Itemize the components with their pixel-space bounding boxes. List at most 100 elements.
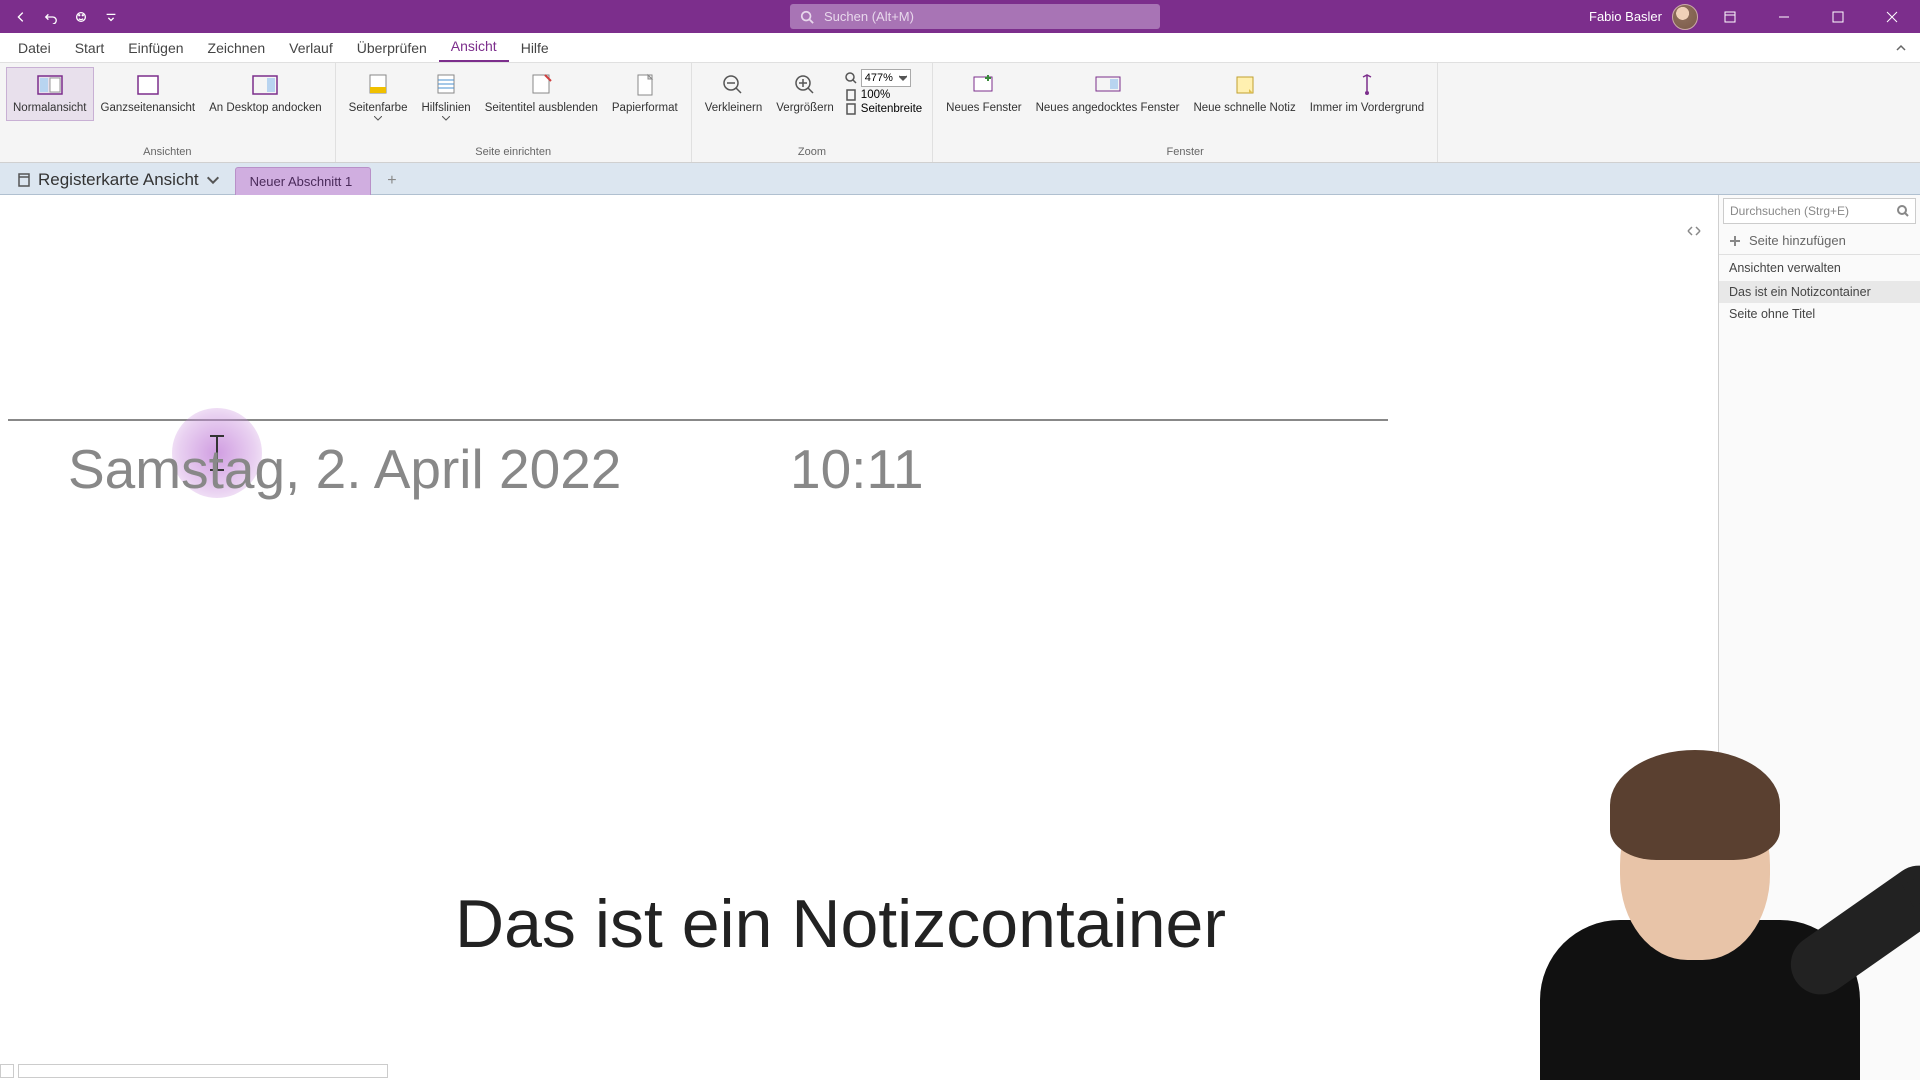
user-avatar[interactable] [1672, 4, 1698, 30]
zoom-out-label: Verkleinern [705, 102, 763, 116]
zoom-in-label: Vergrößern [776, 102, 834, 116]
notebook-label: Registerkarte Ansicht [38, 170, 199, 190]
new-docked-window-button[interactable]: Neues angedocktes Fenster [1029, 67, 1187, 121]
dock-view-button[interactable]: An Desktop andocken [202, 67, 329, 121]
zoom-lens-icon [845, 72, 857, 84]
quick-note-icon [1229, 72, 1261, 98]
undo-button[interactable] [40, 6, 62, 28]
paper-size-label: Papierformat [612, 102, 678, 116]
status-bar [0, 1064, 400, 1080]
ribbon-tab-datei[interactable]: Datei [6, 34, 63, 62]
page-item[interactable]: Das ist ein Notizcontainer [1719, 281, 1920, 303]
zoom-100-label: 100% [861, 89, 890, 101]
zoom-out-icon [717, 72, 749, 98]
page-date[interactable]: Samstag, 2. April 2022 [68, 437, 621, 501]
ribbon-tab-einfuegen[interactable]: Einfügen [116, 34, 195, 62]
notebook-dropdown[interactable]: Registerkarte Ansicht [8, 166, 229, 194]
zoom-value-row[interactable]: 477% [845, 69, 922, 87]
back-button[interactable] [10, 6, 32, 28]
main-area: Samstag, 2. April 2022 10:11 Das ist ein… [0, 195, 1920, 1080]
search-icon [800, 10, 814, 24]
ribbon-group-zoom: Verkleinern Vergrößern 477% 100% [692, 63, 933, 162]
ribbon-tab-hilfe[interactable]: Hilfe [509, 34, 561, 62]
ribbon: Normalansicht Ganzseitenansicht An Deskt… [0, 63, 1920, 163]
ribbon-group-ansichten: Normalansicht Ganzseitenansicht An Deskt… [0, 63, 336, 162]
chevron-down-icon [899, 74, 907, 82]
page-item[interactable]: Seite ohne Titel [1719, 303, 1920, 325]
hide-title-button[interactable]: Seitentitel ausblenden [478, 67, 605, 121]
rule-lines-label: Hilfslinien [421, 102, 470, 116]
always-on-top-label: Immer im Vordergrund [1310, 102, 1424, 116]
chevron-down-icon [205, 172, 221, 188]
status-cell[interactable] [0, 1064, 14, 1078]
normal-view-icon [34, 72, 66, 98]
zoom-value-input[interactable]: 477% [861, 69, 911, 87]
close-button[interactable] [1870, 1, 1914, 33]
zoom-out-button[interactable]: Verkleinern [698, 67, 770, 121]
ribbon-tab-verlauf[interactable]: Verlauf [277, 34, 345, 62]
zoom-pagewidth-button[interactable]: Seitenbreite [845, 103, 922, 115]
page-canvas[interactable]: Samstag, 2. April 2022 10:11 Das ist ein… [0, 195, 1718, 1080]
zoom-in-icon [789, 72, 821, 98]
section-bar: Registerkarte Ansicht Neuer Abschnitt 1 … [0, 163, 1920, 195]
ribbon-group-label-fenster: Fenster [939, 144, 1431, 162]
ribbon-tab-ansicht[interactable]: Ansicht [439, 32, 509, 62]
new-docked-window-icon [1092, 72, 1124, 98]
section-tab[interactable]: Neuer Abschnitt 1 [235, 167, 372, 195]
page-time[interactable]: 10:11 [790, 437, 924, 501]
ribbon-group-label-ansichten: Ansichten [6, 144, 329, 162]
paper-size-icon [629, 72, 661, 98]
normal-view-label: Normalansicht [13, 102, 87, 116]
quick-note-button[interactable]: Neue schnelle Notiz [1186, 67, 1302, 121]
page-color-icon [362, 72, 394, 98]
status-cell[interactable] [18, 1064, 388, 1078]
pane-search-placeholder: Durchsuchen (Strg+E) [1730, 204, 1849, 218]
titlebar: Das ist ein Notizcontainer - OneNote Suc… [0, 0, 1920, 33]
user-name[interactable]: Fabio Basler [1589, 9, 1662, 24]
dock-view-icon [249, 72, 281, 98]
page-width-icon [845, 103, 857, 115]
note-container-text[interactable]: Das ist ein Notizcontainer [455, 885, 1226, 963]
plus-icon [1729, 235, 1741, 247]
qat-customize-button[interactable] [100, 6, 122, 28]
fullpage-view-button[interactable]: Ganzseitenansicht [94, 67, 203, 121]
ribbon-tab-ueberpruefen[interactable]: Überprüfen [345, 34, 439, 62]
ribbon-group-fenster: Neues Fenster Neues angedocktes Fenster … [933, 63, 1438, 162]
ribbon-group-label-seite-einrichten: Seite einrichten [342, 144, 685, 162]
new-window-label: Neues Fenster [946, 102, 1021, 116]
expand-page-button[interactable] [1686, 223, 1706, 243]
search-placeholder: Suchen (Alt+M) [824, 9, 914, 24]
zoom-in-button[interactable]: Vergrößern [769, 67, 841, 121]
rule-lines-button[interactable]: Hilfslinien [414, 67, 477, 126]
zoom-100-button[interactable]: 100% [845, 89, 922, 101]
new-window-button[interactable]: Neues Fenster [939, 67, 1028, 121]
ribbon-group-seite-einrichten: Seitenfarbe Hilfslinien Seitentitel ausb… [336, 63, 692, 162]
notebook-icon [16, 172, 32, 188]
minimize-button[interactable] [1762, 1, 1806, 33]
search-icon [1897, 205, 1909, 217]
add-page-button[interactable]: Seite hinzufügen [1719, 227, 1920, 255]
always-on-top-icon [1351, 72, 1383, 98]
fullpage-view-icon [132, 72, 164, 98]
search-box[interactable]: Suchen (Alt+M) [790, 4, 1160, 29]
touch-mode-button[interactable] [70, 6, 92, 28]
ribbon-tab-zeichnen[interactable]: Zeichnen [196, 34, 278, 62]
pane-header[interactable]: Ansichten verwalten [1719, 255, 1920, 281]
ribbon-display-button[interactable] [1708, 1, 1752, 33]
quick-note-label: Neue schnelle Notiz [1193, 102, 1295, 116]
add-section-button[interactable]: + [377, 168, 406, 194]
normal-view-button[interactable]: Normalansicht [6, 67, 94, 121]
page-color-button[interactable]: Seitenfarbe [342, 67, 415, 126]
ribbon-tab-start[interactable]: Start [63, 34, 117, 62]
chevron-down-icon [442, 116, 450, 121]
maximize-button[interactable] [1816, 1, 1860, 33]
page-icon [845, 89, 857, 101]
new-docked-window-label: Neues angedocktes Fenster [1036, 102, 1180, 116]
dock-view-label: An Desktop andocken [209, 102, 322, 116]
collapse-ribbon-button[interactable] [1894, 41, 1908, 60]
pane-search-input[interactable]: Durchsuchen (Strg+E) [1723, 198, 1916, 224]
paper-size-button[interactable]: Papierformat [605, 67, 685, 121]
fullpage-view-label: Ganzseitenansicht [101, 102, 196, 116]
hide-title-icon [525, 72, 557, 98]
always-on-top-button[interactable]: Immer im Vordergrund [1303, 67, 1431, 121]
